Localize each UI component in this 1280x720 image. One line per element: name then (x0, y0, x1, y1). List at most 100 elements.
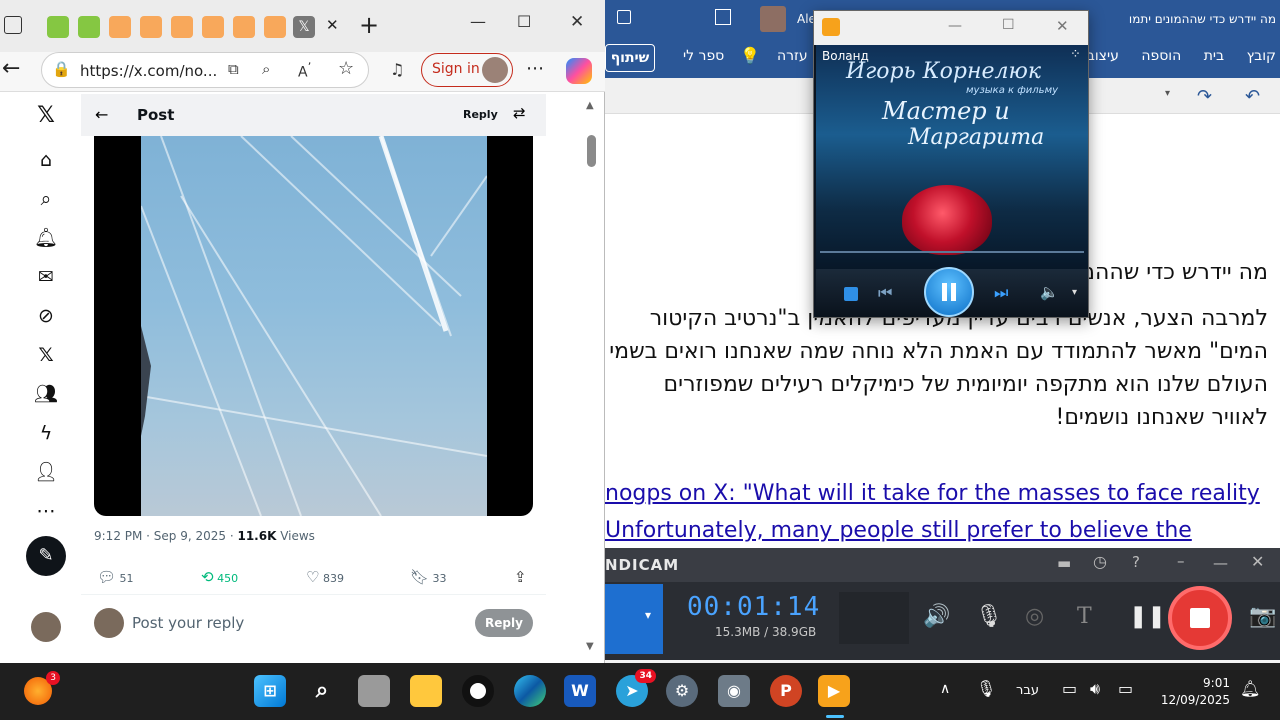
reply-input[interactable]: Post your reply (132, 614, 244, 632)
screen-mode-button[interactable] (605, 584, 663, 654)
pause-button[interactable]: ❚❚ (1129, 604, 1166, 629)
grid-icon[interactable]: ⁘ (1070, 47, 1081, 62)
tab-blogger-1[interactable] (109, 16, 131, 38)
text-overlay-icon[interactable]: T (1077, 604, 1092, 629)
screenshot-camera-icon[interactable]: 📷 (1249, 604, 1276, 629)
close-icon[interactable]: ✕ (1056, 17, 1069, 35)
reply-button[interactable]: Reply (475, 609, 533, 637)
ribbon-tab-home[interactable]: בית (1204, 48, 1224, 64)
battery-icon[interactable]: ▭ (1118, 679, 1133, 698)
start-icon[interactable]: ⊞ (254, 675, 286, 707)
open-in-app-icon[interactable]: ⧉ (228, 60, 239, 78)
verified-orgs-icon[interactable]: ϟ (34, 421, 58, 445)
settings-icon[interactable]: ⚙ (666, 675, 698, 707)
minimize-icon[interactable]: — (948, 18, 962, 34)
repost-action[interactable]: ⟲ 450 (201, 568, 238, 586)
stop-record-button[interactable] (1168, 586, 1232, 650)
tab-blogger-2[interactable] (140, 16, 162, 38)
home-icon[interactable]: ⌂ (34, 148, 58, 172)
webcam-icon[interactable] (839, 592, 909, 644)
previous-icon[interactable]: ⏮ (878, 283, 892, 303)
word-layout-icon[interactable] (715, 9, 731, 25)
bandicam-taskbar-icon[interactable] (462, 675, 494, 707)
task-view-icon[interactable] (358, 675, 390, 707)
ribbon-tab-help[interactable]: עזרה (777, 48, 808, 64)
premium-icon[interactable]: 𝕏 (34, 343, 58, 367)
mouse-effect-icon[interactable]: ◎ (1025, 604, 1044, 629)
volume-icon[interactable]: 🔊︎ (1090, 679, 1100, 699)
zoom-icon[interactable]: ⌕ (262, 60, 270, 78)
word-window-icon[interactable] (617, 10, 631, 24)
bookmark-action[interactable]: 🔖︎ 33 (410, 568, 447, 586)
scrollbar-down-icon[interactable]: ▼ (586, 641, 594, 652)
more-icon[interactable]: ⋯ (34, 499, 58, 523)
powerpoint-icon[interactable]: P (770, 675, 802, 707)
new-tab-icon[interactable]: + (359, 11, 379, 39)
profile-icon[interactable]: 👤︎ (34, 460, 58, 484)
close-icon[interactable]: ✕ (1251, 552, 1264, 571)
edge-icon[interactable] (514, 675, 546, 707)
folder-icon[interactable]: ▬ (1057, 554, 1071, 572)
minimize-icon[interactable]: — (1213, 554, 1228, 572)
help-icon[interactable]: ? (1132, 553, 1140, 571)
grok-icon[interactable]: ⊘ (34, 304, 58, 328)
back-icon[interactable]: ← (95, 105, 108, 124)
like-action[interactable]: ♡ 839 (306, 568, 344, 586)
clock-icon[interactable]: ◷ (1093, 552, 1107, 571)
header-reply-button[interactable]: Reply (463, 108, 498, 121)
lock-icon[interactable]: 🔒 (52, 60, 71, 78)
notifications-icon[interactable]: 🔔︎ (34, 226, 58, 250)
communities-icon[interactable]: 👥︎ (34, 382, 58, 406)
telegram-icon[interactable]: ➤ 34 (616, 669, 656, 707)
tell-me-label[interactable]: ספר לי (683, 48, 724, 64)
tab-rumble-2[interactable] (78, 16, 100, 38)
scrollbar-up-icon[interactable]: ▲ (586, 100, 594, 111)
seek-bar[interactable] (820, 251, 1084, 253)
microphone-icon[interactable]: 🎙 (975, 604, 1003, 629)
scrollbar-thumb[interactable] (587, 135, 596, 167)
favorite-icon[interactable]: ☆ (338, 58, 354, 79)
avatar[interactable] (760, 6, 786, 32)
address-bar[interactable]: 🔒 https://x.com/no... ⧉ ⌕ Aʼ ☆ (41, 52, 369, 88)
read-aloud-icon[interactable]: Aʼ (298, 60, 311, 81)
copilot-icon[interactable] (566, 58, 592, 84)
back-icon[interactable]: ← (2, 56, 20, 81)
lightbulb-icon[interactable]: 💡 (740, 46, 760, 65)
pause-button[interactable] (924, 267, 974, 317)
share-button[interactable]: שיתוף (605, 44, 655, 72)
language-indicator[interactable]: עבר (1016, 683, 1039, 698)
search-icon[interactable]: ⌕ (34, 187, 58, 211)
reply-action[interactable]: 💬︎ 51 (97, 568, 134, 586)
share-icon[interactable]: ⇪ (514, 568, 527, 586)
menu-dropdown-icon[interactable]: ▾ (1072, 287, 1077, 298)
tab-blogger-3[interactable] (171, 16, 193, 38)
ribbon-tab-file[interactable]: קובץ (1247, 48, 1276, 64)
maximize-icon[interactable]: ☐ (1002, 17, 1015, 33)
x-logo-icon[interactable]: 𝕏 (34, 104, 58, 128)
ribbon-tab-insert[interactable]: הוספה (1141, 48, 1181, 64)
widgets-icon[interactable]: 3 (24, 671, 60, 705)
messages-icon[interactable]: ✉ (34, 265, 58, 289)
camera-icon[interactable]: ◉ (718, 675, 750, 707)
avatar[interactable] (31, 612, 61, 642)
tab-x-active[interactable]: 𝕏 (293, 16, 315, 38)
media-player-taskbar-icon[interactable]: ▶ (818, 675, 850, 707)
document-link-line-1[interactable]: nogps on X: "What will it take for the m… (605, 475, 1280, 512)
microphone-icon[interactable]: 🎙︎ (976, 679, 996, 698)
ribbon-tab-design[interactable]: עיצוב (1087, 48, 1119, 64)
mode-dropdown-icon[interactable]: ▾ (645, 608, 651, 622)
file-explorer-icon[interactable] (410, 675, 442, 707)
sign-in-button[interactable]: Sign in (421, 53, 513, 87)
word-icon[interactable]: W (564, 675, 596, 707)
document-link-line-2[interactable]: Unfortunately, many people still prefer … (605, 512, 1280, 549)
post-timestamp[interactable]: 9:12 PM · Sep 9, 2025 · (94, 529, 237, 543)
network-icon[interactable]: ▭ (1062, 679, 1077, 698)
customize-toolbar-icon[interactable]: ▾ (1165, 88, 1170, 99)
tab-blogger-6[interactable] (264, 16, 286, 38)
tab-blogger-5[interactable] (233, 16, 255, 38)
music-icon[interactable]: ♫ (390, 60, 404, 79)
tab-rumble-1[interactable] (47, 16, 69, 38)
compose-post-button[interactable]: ✎ (26, 536, 66, 576)
speaker-icon[interactable]: 🔊 (923, 604, 950, 629)
tab-actions-icon[interactable] (4, 16, 22, 34)
